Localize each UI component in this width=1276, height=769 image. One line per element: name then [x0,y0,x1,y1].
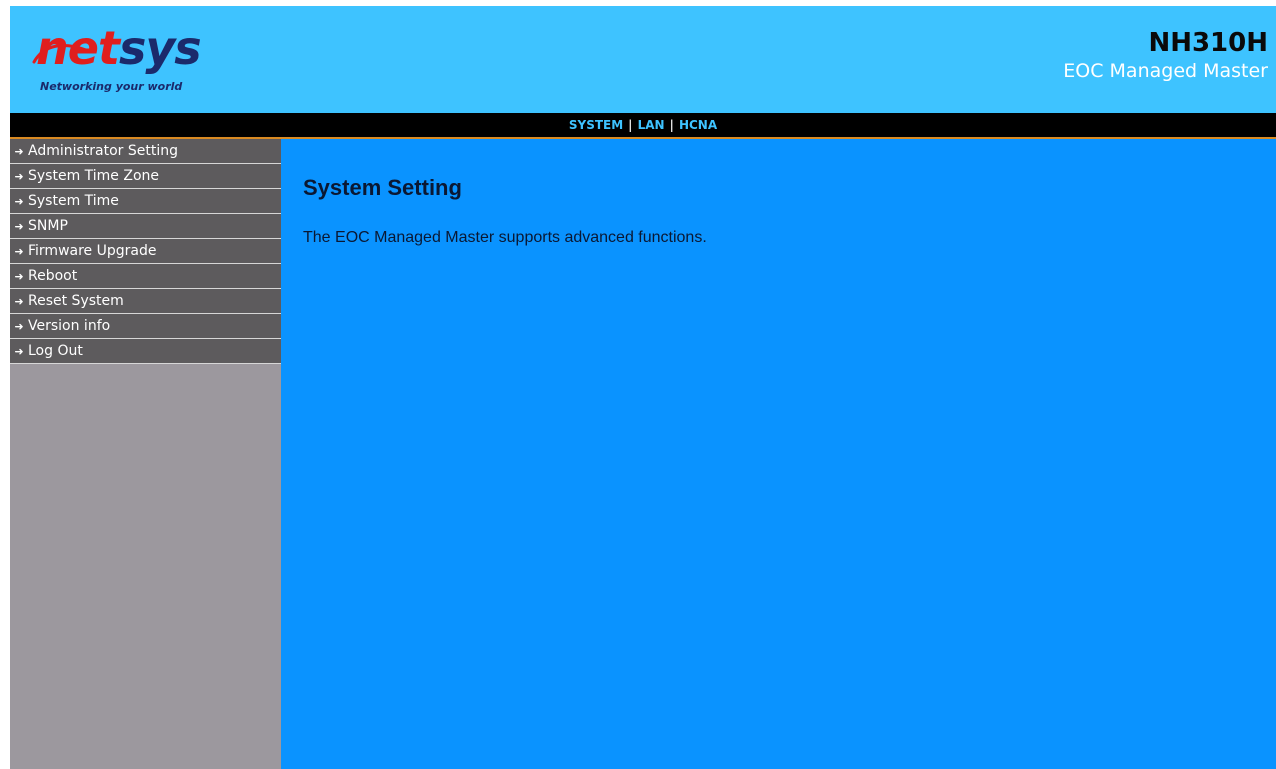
sidebar-item-version-info[interactable]: ➜ Version info [10,314,281,339]
arrow-right-icon: ➜ [14,345,24,358]
sidebar-item-system-time-zone[interactable]: ➜ System Time Zone [10,164,281,189]
sidebar-item-label: System Time [28,193,119,209]
arrow-right-icon: ➜ [14,245,24,258]
main-content: System Setting The EOC Managed Master su… [281,139,1276,769]
sidebar-item-reboot[interactable]: ➜ Reboot [10,264,281,289]
nav-separator: | [669,118,674,132]
nav-link-lan[interactable]: LAN [638,118,665,132]
sidebar-item-label: Firmware Upgrade [28,243,157,259]
header: netsys Networking your world NH310H EOC … [10,6,1276,113]
top-nav: SYSTEM | LAN | HCNA [10,113,1276,139]
logo-text-sys: sys [118,21,202,75]
model-subtitle: EOC Managed Master [1063,60,1268,82]
logo-tagline: Networking your world [40,80,183,93]
model-block: NH310H EOC Managed Master [1063,28,1268,84]
nav-separator: | [628,118,633,132]
sidebar-item-system-time[interactable]: ➜ System Time [10,189,281,214]
sidebar-item-administrator-setting[interactable]: ➜ Administrator Setting [10,139,281,164]
nav-link-system[interactable]: SYSTEM [569,118,623,132]
sidebar-item-label: SNMP [28,218,68,234]
page-description: The EOC Managed Master supports advanced… [303,229,707,246]
arrow-right-icon: ➜ [14,320,24,333]
model-name: NH310H [1148,28,1268,58]
sidebar-item-reset-system[interactable]: ➜ Reset System [10,289,281,314]
sidebar-item-log-out[interactable]: ➜ Log Out [10,339,281,364]
logo-text-net: net [36,21,120,75]
arrow-right-icon: ➜ [14,195,24,208]
page-title: System Setting [303,175,462,200]
sidebar-item-firmware-upgrade[interactable]: ➜ Firmware Upgrade [10,239,281,264]
arrow-right-icon: ➜ [14,270,24,283]
sidebar-item-label: Reset System [28,293,124,309]
sidebar-item-snmp[interactable]: ➜ SNMP [10,214,281,239]
sidebar-item-label: Reboot [28,268,78,284]
arrow-right-icon: ➜ [14,220,24,233]
sidebar-item-label: Administrator Setting [28,143,179,159]
nav-link-hcna[interactable]: HCNA [679,118,717,132]
sidebar-item-label: Log Out [28,343,83,359]
page-frame: netsys Networking your world NH310H EOC … [10,6,1276,769]
arrow-right-icon: ➜ [14,170,24,183]
sidebar-item-label: Version info [28,318,111,334]
arrow-right-icon: ➜ [14,145,24,158]
sidebar-item-label: System Time Zone [28,168,160,184]
arrow-right-icon: ➜ [14,295,24,308]
sidebar: ➜ Administrator Setting ➜ System Time Zone… [10,139,281,769]
netsys-logo: netsys Networking your world [30,21,230,96]
